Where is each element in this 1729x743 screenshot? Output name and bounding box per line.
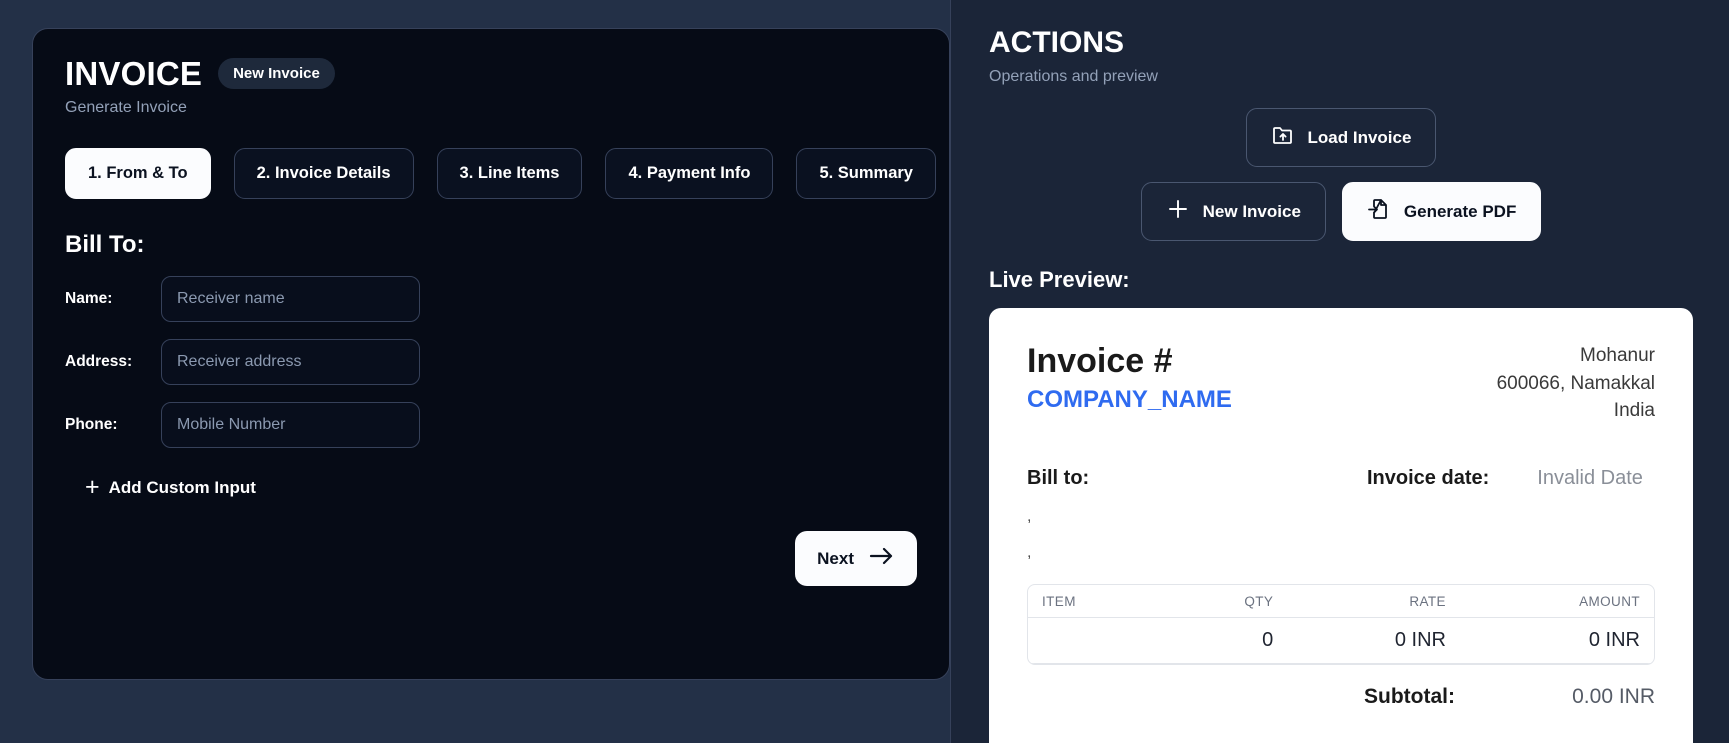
file-export-icon (1367, 197, 1391, 226)
new-invoice-button[interactable]: New Invoice (1140, 182, 1326, 241)
preview-invoice-date-label: Invoice date: (1367, 466, 1490, 489)
table-row: 0 0 INR 0 INR (1028, 617, 1654, 664)
receiver-name-input[interactable] (161, 276, 420, 322)
preview-header: Invoice # COMPANY_NAME Mohanur 600066, N… (1027, 342, 1655, 425)
invoice-panel-wrapper: INVOICE New Invoice Generate Invoice 1. … (0, 0, 950, 743)
column-header-item: ITEM (1028, 584, 1163, 618)
actions-subtitle: Operations and preview (989, 68, 1158, 85)
action-buttons: Load Invoice New Invoice Generate PDF (989, 108, 1693, 241)
actions-panel: ACTIONS Operations and preview Load Invo… (950, 0, 1729, 743)
live-preview-label: Live Preview: (989, 267, 1130, 292)
add-custom-input-button[interactable]: + Add Custom Input (85, 475, 256, 500)
column-header-rate: RATE (1287, 584, 1460, 618)
preview-invoice-date-value: Invalid Date (1537, 466, 1643, 489)
arrow-right-icon (869, 546, 895, 571)
plus-icon: + (85, 473, 100, 501)
tab-line-items[interactable]: 3. Line Items (436, 148, 583, 199)
bill-to-heading: Bill To: (65, 231, 145, 258)
generate-pdf-button[interactable]: Generate PDF (1341, 182, 1542, 241)
tab-payment-info[interactable]: 4. Payment Info (605, 148, 774, 199)
new-invoice-label: New Invoice (1202, 201, 1301, 221)
folder-upload-icon (1271, 123, 1295, 152)
cell-qty: 0 (1163, 617, 1288, 664)
field-row-phone: Phone: (65, 402, 917, 448)
preview-subtotal-row: Subtotal: 0.00 INR (1027, 685, 1655, 709)
column-header-qty: QTY (1163, 584, 1288, 618)
cell-rate: 0 INR (1287, 617, 1460, 664)
step-tabs: 1. From & To 2. Invoice Details 3. Line … (65, 148, 936, 199)
table-header-row: ITEM QTY RATE AMOUNT (1028, 584, 1654, 618)
next-button-label: Next (817, 548, 854, 568)
invoice-preview-card: Invoice # COMPANY_NAME Mohanur 600066, N… (989, 308, 1693, 743)
address-label: Address: (65, 353, 133, 370)
preview-invoice-number: Invoice # (1027, 342, 1173, 380)
invoice-header: INVOICE New Invoice (65, 57, 917, 90)
receiver-phone-input[interactable] (161, 402, 420, 448)
tab-from-and-to[interactable]: 1. From & To (65, 148, 211, 199)
invoice-subtitle: Generate Invoice (65, 99, 187, 116)
subtotal-label: Subtotal: (1364, 684, 1455, 708)
actions-title: ACTIONS (989, 26, 1124, 59)
action-row-top: Load Invoice (989, 108, 1693, 167)
field-row-address: Address: (65, 339, 917, 385)
cell-item (1028, 617, 1163, 664)
name-label: Name: (65, 290, 113, 307)
preview-bill-row: Bill to: Invoice date: Invalid Date (1027, 467, 1655, 490)
invoice-panel: INVOICE New Invoice Generate Invoice 1. … (32, 28, 950, 680)
subtotal-value: 0.00 INR (1572, 684, 1655, 708)
next-button[interactable]: Next (795, 531, 917, 586)
load-invoice-label: Load Invoice (1307, 127, 1412, 147)
plus-icon (1166, 197, 1190, 226)
load-invoice-button[interactable]: Load Invoice (1245, 108, 1437, 167)
status-badge: New Invoice (218, 58, 335, 89)
tab-invoice-details[interactable]: 2. Invoice Details (233, 148, 414, 199)
preview-company-name: COMPANY_NAME (1027, 386, 1232, 414)
tab-summary[interactable]: 5. Summary (796, 148, 936, 199)
app-root: INVOICE New Invoice Generate Invoice 1. … (0, 0, 1729, 743)
page-title: INVOICE (65, 55, 203, 92)
address-line-1: Mohanur (1580, 345, 1655, 366)
preview-bill-to-line-2: , (1027, 543, 1032, 561)
address-line-2: 600066, Namakkal (1496, 372, 1655, 394)
add-custom-input-label: Add Custom Input (108, 477, 256, 497)
generate-pdf-label: Generate PDF (1403, 201, 1517, 221)
field-row-name: Name: (65, 276, 917, 322)
address-line-3: India (1613, 400, 1655, 422)
cell-amount: 0 INR (1459, 617, 1654, 664)
column-header-amount: AMOUNT (1459, 584, 1654, 618)
action-row-bottom: New Invoice Generate PDF (989, 182, 1693, 241)
preview-title-block: Invoice # COMPANY_NAME (1027, 342, 1232, 425)
preview-bill-to-line-1: , (1027, 507, 1032, 525)
preview-bill-to-label: Bill to: (1027, 466, 1090, 489)
preview-company-address: Mohanur 600066, Namakkal India (1497, 342, 1655, 425)
receiver-address-input[interactable] (161, 339, 420, 385)
preview-items-table: ITEM QTY RATE AMOUNT 0 0 INR 0 INR (1027, 583, 1655, 665)
phone-label: Phone: (65, 416, 118, 433)
